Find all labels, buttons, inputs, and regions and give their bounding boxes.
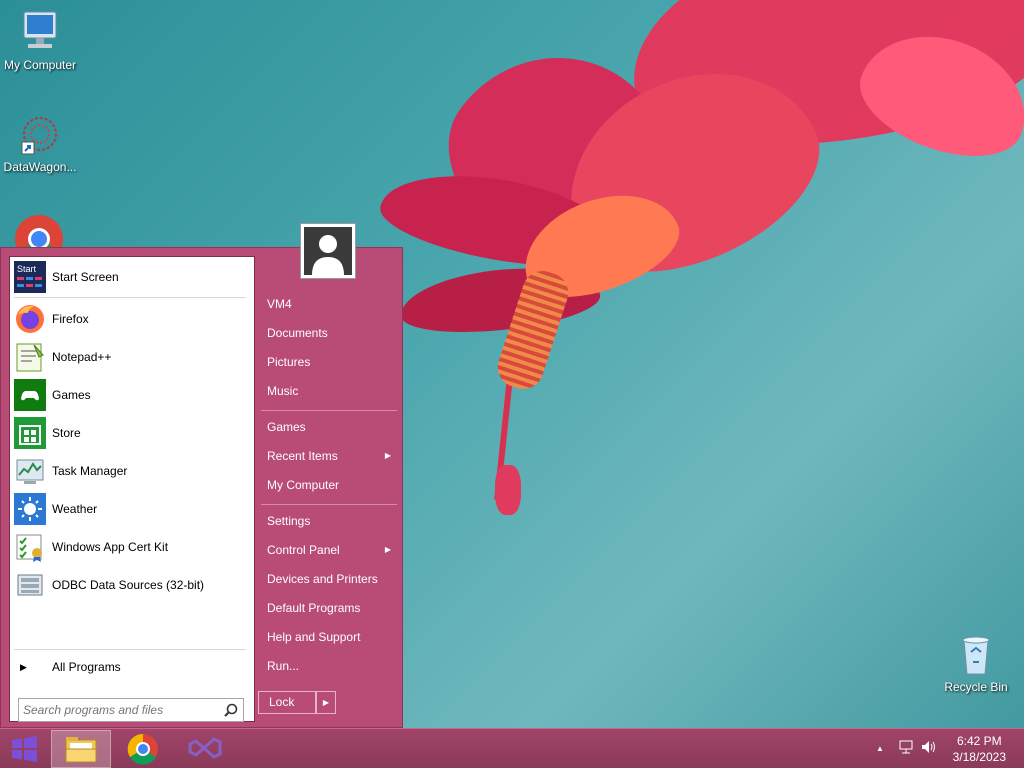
taskbar-clock[interactable]: 6:42 PM 3/18/2023 — [953, 733, 1006, 765]
desktop-icon-recycle-bin[interactable]: Recycle Bin — [936, 630, 1016, 694]
start-menu-programs-pane: Start Start Screen Firefox Notepad++ Gam… — [9, 256, 255, 722]
clock-date: 3/18/2023 — [952, 750, 1006, 764]
menu-item-control-panel[interactable]: Control Panel ▶ — [259, 536, 397, 564]
menu-item-label: Help and Support — [267, 630, 361, 644]
firefox-icon — [14, 303, 46, 335]
chrome-icon — [127, 733, 158, 765]
menu-item-label: Recent Items — [267, 449, 338, 463]
divider — [261, 410, 397, 411]
visual-studio-icon — [188, 737, 222, 759]
program-games[interactable]: Games — [14, 377, 250, 413]
program-label: Notepad++ — [52, 350, 112, 364]
desktop-icon-chrome[interactable] — [14, 214, 64, 248]
games-icon — [14, 379, 46, 411]
menu-item-label: Default Programs — [267, 601, 361, 615]
taskbar-file-explorer-button[interactable] — [51, 730, 111, 768]
clock-time: 6:42 PM — [956, 734, 1002, 748]
menu-item-games[interactable]: Games — [259, 413, 397, 441]
weather-icon — [14, 493, 46, 525]
menu-item-documents[interactable]: Documents — [259, 319, 397, 347]
menu-item-user-folder[interactable]: VM4 — [259, 290, 397, 318]
start-menu: Start Start Screen Firefox Notepad++ Gam… — [0, 247, 403, 728]
menu-item-pictures[interactable]: Pictures — [259, 348, 397, 376]
windows-logo-icon — [12, 736, 37, 762]
menu-item-label: Games — [267, 420, 306, 434]
triangle-right-icon: ▶ — [20, 661, 27, 672]
program-store[interactable]: Store — [14, 415, 250, 451]
chrome-icon — [15, 215, 63, 248]
menu-item-label: Music — [267, 384, 299, 398]
program-label: ODBC Data Sources (32-bit) — [52, 578, 205, 592]
program-notepad-plus-plus[interactable]: Notepad++ — [14, 339, 250, 375]
menu-item-recent-items[interactable]: Recent Items ▶ — [259, 442, 397, 470]
search-box[interactable] — [18, 698, 244, 722]
divider — [261, 504, 397, 505]
desktop-icon-label: DataWagon... — [3, 160, 77, 174]
divider — [14, 649, 246, 650]
chevron-right-icon: ▶ — [384, 545, 391, 554]
search-input[interactable] — [19, 699, 215, 721]
program-windows-app-cert-kit[interactable]: Windows App Cert Kit — [14, 529, 250, 565]
program-label: Start Screen — [52, 270, 119, 284]
datawagon-icon — [16, 110, 64, 158]
desktop-icon-my-computer[interactable]: My Computer — [0, 8, 80, 72]
recycle-bin-icon — [952, 630, 1000, 678]
power-options-arrow-button[interactable]: ▶ — [316, 691, 336, 714]
program-label: Weather — [52, 502, 98, 516]
menu-item-help-and-support[interactable]: Help and Support — [259, 623, 397, 651]
all-programs-label: All Programs — [52, 660, 121, 674]
menu-item-label: Devices and Printers — [267, 572, 378, 586]
svg-text:Start: Start — [17, 264, 37, 274]
program-label: Firefox — [52, 312, 89, 326]
program-odbc-data-sources[interactable]: ODBC Data Sources (32-bit) — [14, 567, 250, 603]
menu-item-my-computer[interactable]: My Computer — [259, 471, 397, 499]
network-icon[interactable] — [898, 739, 914, 758]
program-start-screen[interactable]: Start Start Screen — [14, 259, 250, 295]
file-explorer-icon — [65, 737, 97, 763]
menu-item-settings[interactable]: Settings — [259, 507, 397, 535]
menu-item-devices-and-printers[interactable]: Devices and Printers — [259, 565, 397, 593]
task-manager-icon — [14, 455, 46, 487]
store-icon — [14, 417, 46, 449]
menu-item-run[interactable]: Run... — [259, 652, 397, 680]
notepad-plus-plus-icon — [14, 341, 46, 373]
menu-item-label: Pictures — [267, 355, 311, 369]
program-firefox[interactable]: Firefox — [14, 301, 250, 337]
program-label: Store — [52, 426, 81, 440]
start-button[interactable] — [0, 730, 48, 768]
lock-button[interactable]: Lock — [258, 691, 316, 714]
user-silhouette-icon — [304, 227, 352, 275]
menu-item-label: Settings — [267, 514, 311, 528]
desktop-icon-datawagon[interactable]: DataWagon... — [0, 110, 80, 174]
search-icon[interactable] — [223, 702, 239, 718]
menu-item-label: My Computer — [267, 478, 340, 492]
taskbar: ▲ 6:42 PM 3/18/2023 — [0, 728, 1024, 768]
divider — [14, 297, 246, 298]
program-label: Games — [52, 388, 91, 402]
volume-icon[interactable] — [920, 739, 938, 758]
desktop-icon-label: Recycle Bin — [944, 680, 1008, 694]
show-hidden-icons-button[interactable]: ▲ — [876, 744, 884, 753]
taskbar-chrome-button[interactable] — [113, 730, 173, 768]
menu-item-label: Run... — [267, 659, 300, 673]
taskbar-visual-studio-button[interactable] — [174, 730, 234, 768]
program-label: Task Manager — [52, 464, 128, 478]
program-task-manager[interactable]: Task Manager — [14, 453, 250, 489]
user-avatar[interactable] — [300, 223, 356, 279]
menu-item-default-programs[interactable]: Default Programs — [259, 594, 397, 622]
odbc-icon — [14, 569, 46, 601]
menu-item-label: VM4 — [267, 297, 292, 311]
menu-item-label: Control Panel — [267, 543, 340, 557]
desktop-icon-label: My Computer — [3, 58, 77, 72]
menu-item-label: Documents — [267, 326, 328, 340]
all-programs-button[interactable]: ▶ All Programs — [14, 653, 250, 681]
program-label: Windows App Cert Kit — [52, 540, 169, 554]
app-cert-kit-icon — [14, 531, 46, 563]
menu-item-music[interactable]: Music — [259, 377, 397, 405]
program-weather[interactable]: Weather — [14, 491, 250, 527]
start-screen-icon: Start — [14, 261, 46, 293]
my-computer-icon — [16, 8, 64, 56]
chevron-right-icon: ▶ — [384, 451, 391, 460]
